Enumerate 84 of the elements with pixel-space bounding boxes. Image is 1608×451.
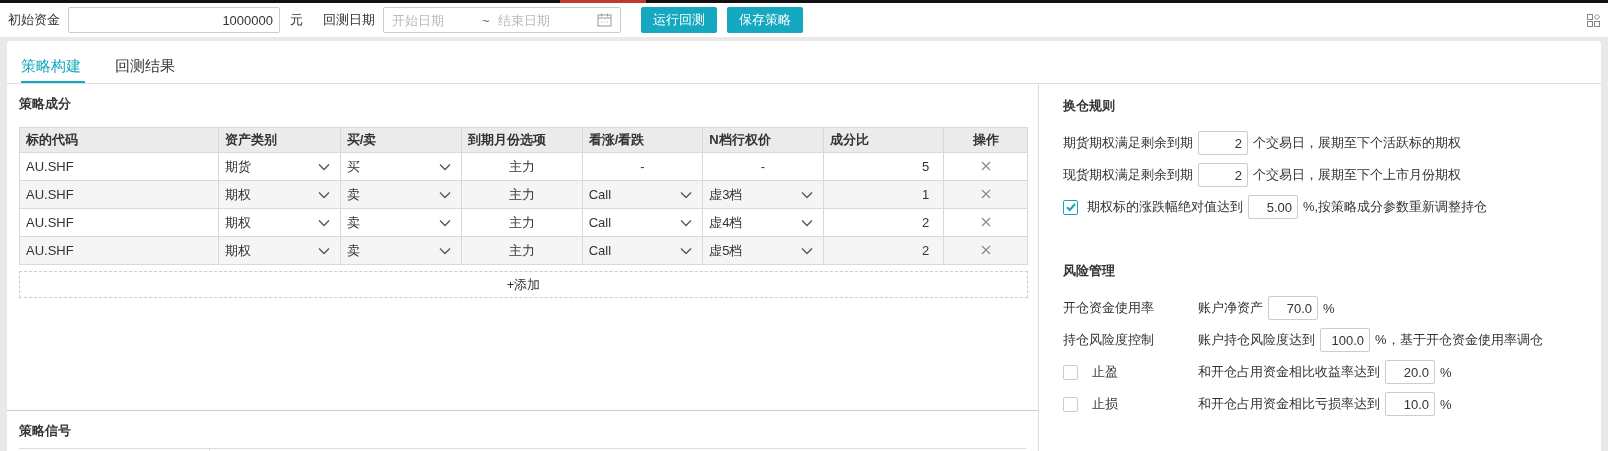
chevron-down-icon (680, 218, 693, 227)
tab[interactable]: 回测结果 (115, 41, 175, 83)
setting-label: 止损 (1092, 395, 1118, 413)
add-button[interactable]: +添加 (19, 271, 1028, 298)
table-cell: AU.SHF (19, 236, 219, 265)
table-cell: 2 (823, 208, 944, 237)
section-title: 风险管理 (1063, 263, 1116, 280)
checkbox[interactable] (1063, 396, 1078, 412)
chevron-down-icon (680, 190, 693, 199)
table-cell: AU.SHF (19, 152, 219, 181)
rule-label: 个交易日，展期至下个活跃标的期权 (1253, 134, 1461, 152)
table-cell: 主力 (461, 152, 583, 181)
column-header: N档行权价 (702, 127, 824, 153)
number-input[interactable]: 100.0 (1320, 328, 1370, 352)
setting-label: 止盈 (1092, 363, 1118, 381)
initial-capital-input[interactable]: 1000000 (68, 7, 280, 33)
chevron-down-icon (439, 190, 452, 199)
rule-label: 账户持仓风险度达到 (1198, 331, 1315, 349)
rule-label: 期货期权满足剩余到期 (1063, 134, 1193, 152)
column-header: 到期月份选项 (461, 127, 583, 153)
setting-label: 开仓资金使用率 (1063, 299, 1154, 317)
column-header: 资产类别 (218, 127, 341, 153)
apps-grid-icon[interactable] (1587, 13, 1600, 27)
table-cell: - (582, 152, 703, 181)
table-cell: 主力 (461, 208, 583, 237)
chevron-down-icon (439, 246, 452, 255)
table-cell: AU.SHF (19, 180, 219, 209)
end-date-input[interactable]: 结束日期 (497, 12, 588, 28)
delete-icon[interactable] (980, 189, 991, 199)
rule-label: %，基于开仓资金使用率调仓 (1375, 331, 1543, 349)
chevron-down-icon (317, 218, 330, 227)
rule-label: 和开仓占用资金相比收益率达到 (1198, 363, 1380, 381)
checkbox[interactable] (1063, 199, 1078, 215)
chevron-down-icon (439, 162, 452, 171)
section-title: 换仓规则 (1063, 98, 1116, 115)
setting-label: 持仓风险度控制 (1063, 331, 1154, 349)
number-input[interactable]: 2 (1198, 131, 1248, 155)
chevron-down-icon (317, 246, 330, 255)
section-title: 策略信号 (18, 423, 72, 440)
start-date-input[interactable]: 开始日期 (392, 12, 482, 28)
column-header: 操作 (943, 127, 1028, 153)
column-header: 标的代码 (19, 127, 219, 153)
currency-unit-label: 元 (290, 11, 303, 29)
initial-capital-label: 初始资金 (8, 11, 60, 29)
rule-label: 账户净资产 (1198, 299, 1263, 317)
number-input[interactable]: 2 (1198, 163, 1248, 187)
rule-label: 和开仓占用资金相比亏损率达到 (1198, 395, 1380, 413)
table-cell: 主力 (461, 180, 583, 209)
delete-icon[interactable] (980, 217, 991, 227)
chevron-down-icon (800, 190, 813, 199)
rule-label: 期权标的涨跌幅绝对值达到 (1087, 198, 1243, 216)
chevron-down-icon (800, 246, 813, 255)
section-title: 策略成分 (19, 96, 72, 113)
column-header: 成分比 (823, 127, 944, 153)
checkbox[interactable] (1063, 364, 1078, 380)
calendar-icon[interactable] (597, 13, 612, 27)
table-cell: 主力 (461, 236, 583, 265)
rule-label: 现货期权满足剩余到期 (1063, 166, 1193, 184)
delete-icon[interactable] (980, 245, 991, 255)
number-input[interactable]: 10.0 (1385, 392, 1435, 416)
rule-label: % (1323, 300, 1335, 316)
chevron-down-icon (439, 218, 452, 227)
table-cell: - (702, 152, 824, 181)
number-input[interactable]: 5.00 (1248, 195, 1298, 219)
rule-label: % (1440, 364, 1452, 380)
rule-label: % (1440, 396, 1452, 412)
table-cell: 1 (823, 180, 944, 209)
number-input[interactable]: 70.0 (1268, 296, 1318, 320)
number-input[interactable]: 20.0 (1385, 360, 1435, 384)
table-cell: AU.SHF (19, 208, 219, 237)
column-header: 买/卖 (340, 127, 462, 153)
backtest-date-label: 回测日期 (323, 11, 375, 29)
table-cell: 5 (823, 152, 944, 181)
rule-label: 个交易日，展期至下个上市月份期权 (1253, 166, 1461, 184)
range-separator: ~ (482, 12, 490, 28)
chevron-down-icon (317, 190, 330, 199)
chevron-down-icon (680, 246, 693, 255)
table-cell: 2 (823, 236, 944, 265)
chevron-down-icon (800, 218, 813, 227)
delete-icon[interactable] (980, 161, 991, 171)
rule-label: %,按策略成分参数重新调整持仓 (1303, 198, 1488, 216)
date-range-field[interactable]: 开始日期 ~ 结束日期 (383, 7, 621, 33)
chevron-down-icon (317, 162, 330, 171)
column-header: 看涨/看跌 (582, 127, 703, 153)
